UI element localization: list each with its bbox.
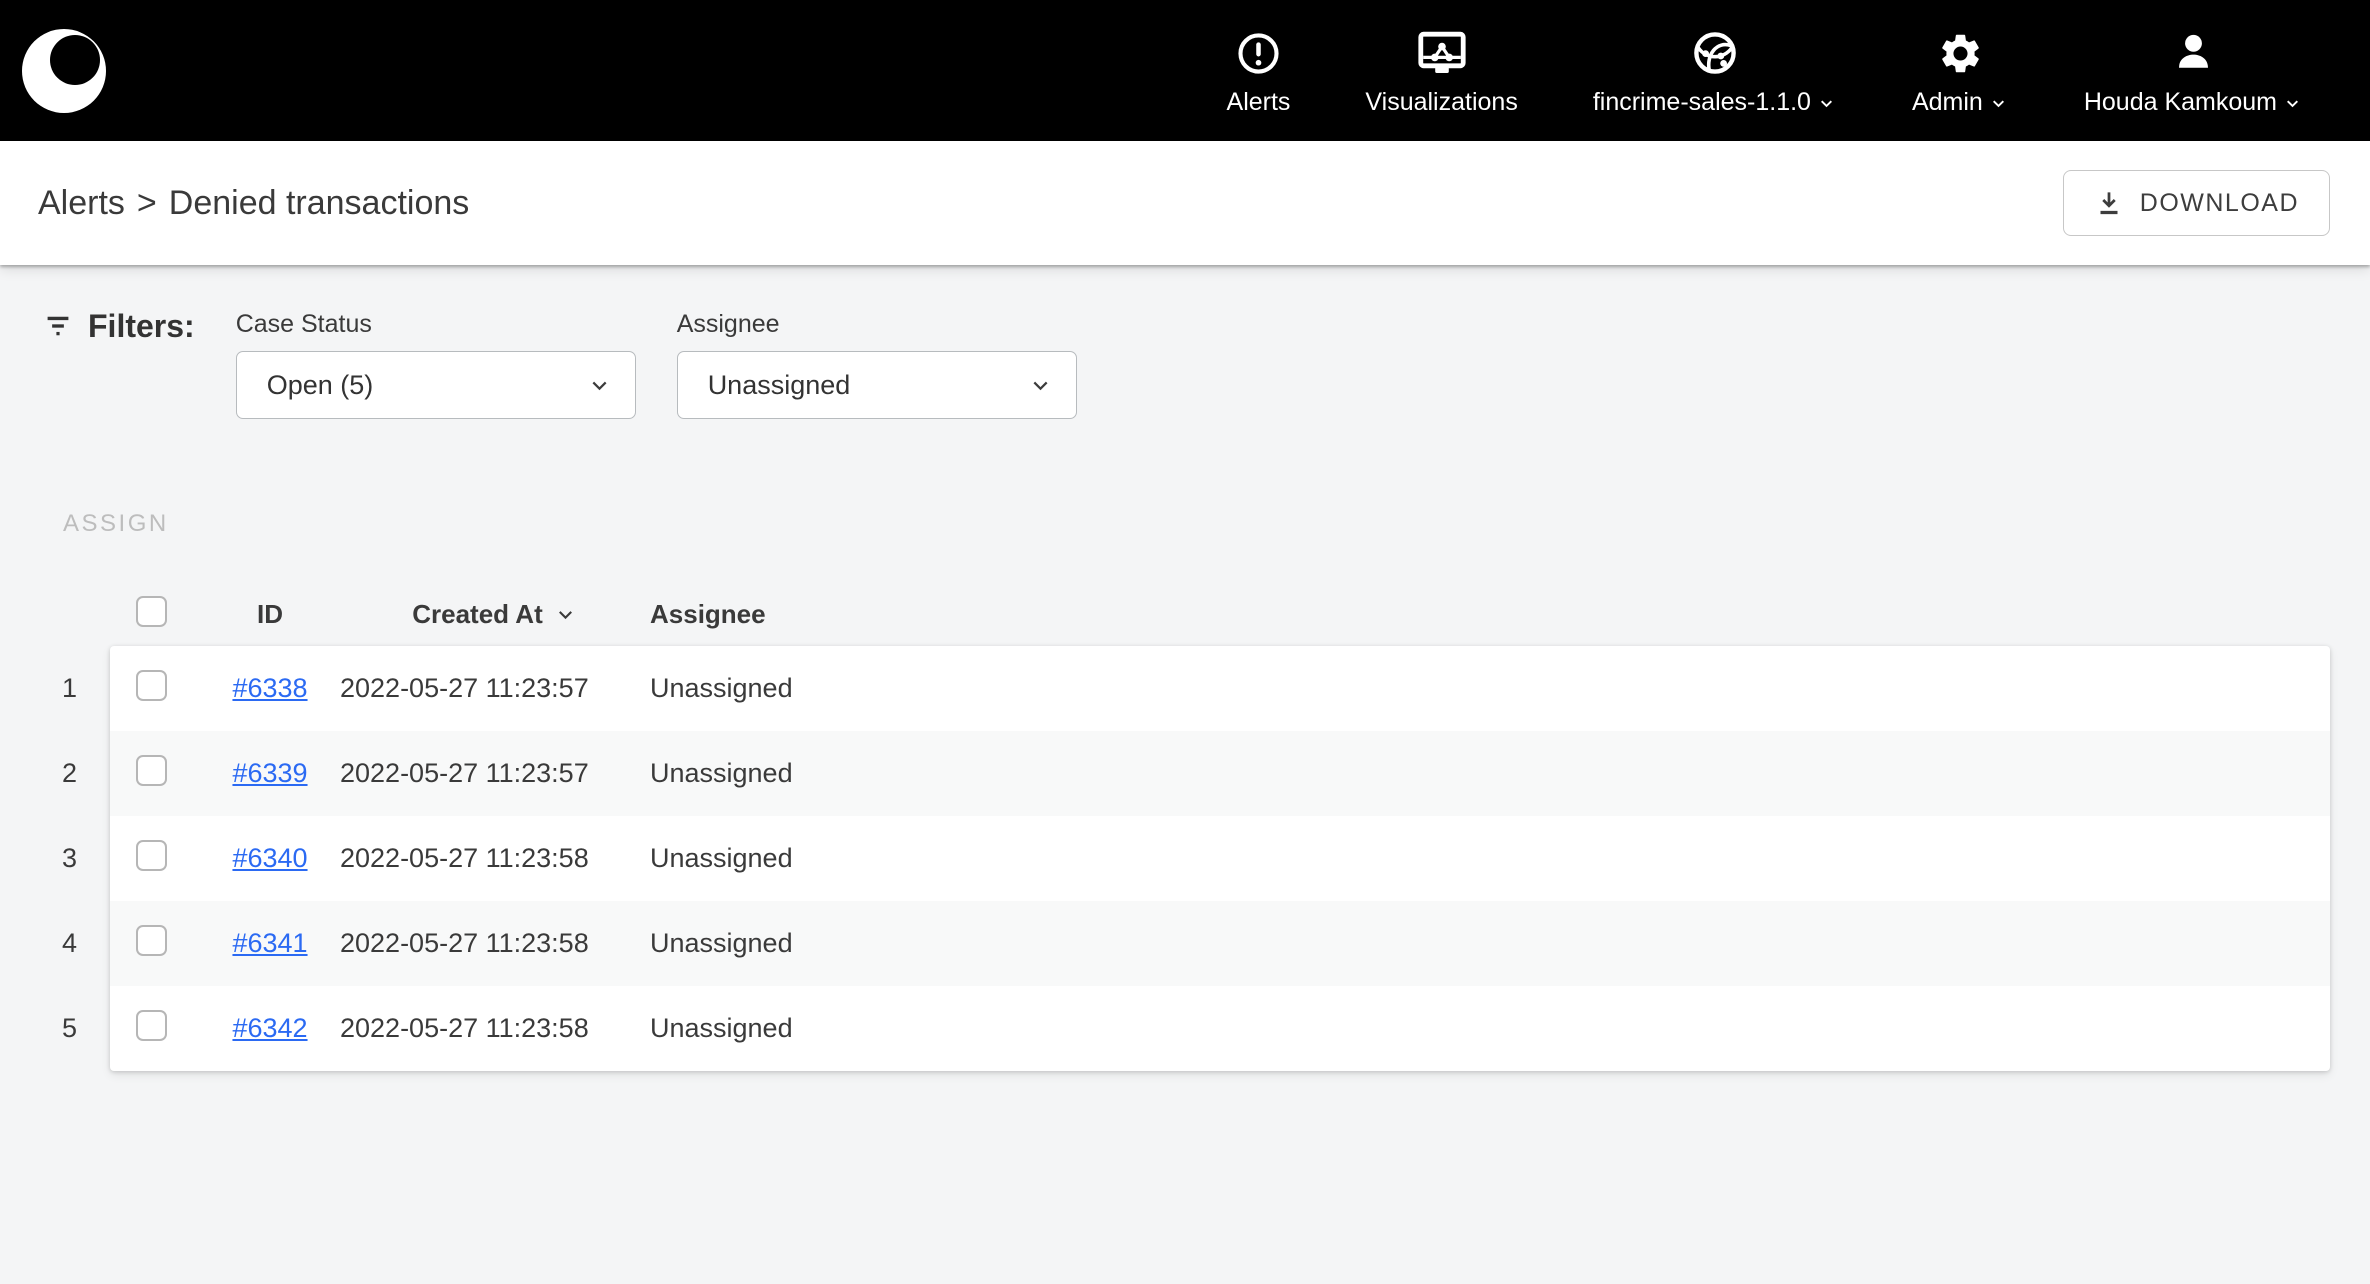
breadcrumb-separator: > [137,184,157,223]
chevron-down-icon [2282,93,2303,114]
nav-label-visualizations: Visualizations [1365,89,1517,115]
alert-id-cell: #6341 [200,928,340,959]
column-header-assignee: Assignee [650,599,2330,630]
download-icon [2094,188,2124,218]
chevron-down-icon [1027,372,1054,399]
column-header-created-at[interactable]: Created At [340,599,650,630]
nav-item-visualizations[interactable]: Visualizations [1365,27,1517,115]
alerts-table: ID Created At Assignee 12345 #6338 2022-… [0,583,2370,1071]
created-at-cell: 2022-05-27 11:23:57 [340,758,650,789]
alert-id-link[interactable]: #6339 [232,758,307,788]
nav-item-project[interactable]: fincrime-sales-1.1.0 [1593,27,1837,115]
row-checkbox[interactable] [136,840,167,871]
top-navbar: Alerts Visualizations [0,0,2370,141]
chevron-down-icon [1988,93,2009,114]
assign-button[interactable]: ASSIGN [63,510,169,538]
nav-label-user: Houda Kamkoum [2084,89,2303,115]
row-checkbox[interactable] [136,670,167,701]
main-content: Filters: Case Status Open (5) Assignee U… [0,265,2370,1071]
user-icon [2170,27,2217,77]
table-row: #6342 2022-05-27 11:23:58 Unassigned [110,986,2330,1071]
row-checkbox-cell [110,925,200,963]
brand-logo-crescent-cutout [50,35,100,85]
breadcrumb-current: Denied transactions [169,184,470,223]
breadcrumb: Alerts > Denied transactions [38,184,469,223]
assignee-filter-label: Assignee [677,310,1077,339]
select-all-checkbox[interactable] [136,596,167,627]
nav-item-alerts[interactable]: Alerts [1227,27,1291,115]
alert-id-cell: #6340 [200,843,340,874]
brand-logo[interactable] [22,29,106,113]
nav-items: Alerts Visualizations [1227,27,2370,115]
download-button[interactable]: DOWNLOAD [2063,170,2330,236]
assignee-cell: Unassigned [650,758,2330,789]
table-body: #6338 2022-05-27 11:23:57 Unassigned #63… [110,646,2330,1071]
monitor-graph-icon [1416,27,1468,77]
globe-network-icon [1691,27,1739,77]
case-status-label: Case Status [236,310,636,339]
nav-label-admin: Admin [1912,89,2009,115]
nav-item-admin[interactable]: Admin [1912,27,2009,115]
gear-icon [1937,27,1984,77]
assignee-select[interactable]: Unassigned [677,351,1077,419]
row-number: 3 [0,816,110,901]
filters-title: Filters: [42,308,195,344]
alert-circle-icon [1235,27,1282,77]
chevron-down-icon [1816,93,1837,114]
alert-id-cell: #6338 [200,673,340,704]
alert-id-link[interactable]: #6340 [232,843,307,873]
table-header-row: ID Created At Assignee [110,583,2330,646]
row-checkbox[interactable] [136,925,167,956]
row-number: 4 [0,901,110,986]
nav-label-alerts: Alerts [1227,89,1291,115]
table-row: #6341 2022-05-27 11:23:58 Unassigned [110,901,2330,986]
assignee-cell: Unassigned [650,928,2330,959]
row-number: 2 [0,731,110,816]
sort-chevron-down-icon [553,602,578,627]
table-body-wrap: 12345 #6338 2022-05-27 11:23:57 Unassign… [0,646,2330,1071]
row-checkbox-cell [110,1010,200,1048]
case-status-select[interactable]: Open (5) [236,351,636,419]
table-row: #6340 2022-05-27 11:23:58 Unassigned [110,816,2330,901]
case-status-value: Open (5) [267,370,586,401]
created-at-cell: 2022-05-27 11:23:58 [340,1013,650,1044]
row-checkbox-cell [110,755,200,793]
chevron-down-icon [586,372,613,399]
row-number: 5 [0,986,110,1071]
nav-item-user-menu[interactable]: Houda Kamkoum [2084,27,2303,115]
assignee-cell: Unassigned [650,1013,2330,1044]
breadcrumb-link-alerts[interactable]: Alerts [38,184,125,223]
header-checkbox-cell [110,596,200,634]
nav-label-project: fincrime-sales-1.1.0 [1593,89,1837,115]
assignee-filter-value: Unassigned [708,370,1027,401]
filters-label: Filters: [88,308,195,345]
row-checkbox[interactable] [136,755,167,786]
download-label: DOWNLOAD [2140,189,2299,218]
created-at-cell: 2022-05-27 11:23:58 [340,843,650,874]
alert-id-link[interactable]: #6338 [232,673,307,703]
created-at-cell: 2022-05-27 11:23:57 [340,673,650,704]
filter-field-assignee: Assignee Unassigned [677,310,1077,419]
assignee-cell: Unassigned [650,843,2330,874]
alert-id-cell: #6342 [200,1013,340,1044]
column-header-id: ID [200,599,340,630]
row-checkbox[interactable] [136,1010,167,1041]
row-checkbox-cell [110,840,200,878]
assignee-cell: Unassigned [650,673,2330,704]
row-checkbox-cell [110,670,200,708]
alert-id-cell: #6339 [200,758,340,789]
created-at-cell: 2022-05-27 11:23:58 [340,928,650,959]
table-row: #6338 2022-05-27 11:23:57 Unassigned [110,646,2330,731]
alert-id-link[interactable]: #6341 [232,928,307,958]
filter-field-case-status: Case Status Open (5) [236,310,636,419]
filters-section: Filters: Case Status Open (5) Assignee U… [0,310,2370,419]
filter-icon [42,310,74,342]
page-header-bar: Alerts > Denied transactions DOWNLOAD [0,141,2370,265]
alert-id-link[interactable]: #6342 [232,1013,307,1043]
table-row: #6339 2022-05-27 11:23:57 Unassigned [110,731,2330,816]
row-number-column: 12345 [0,646,110,1071]
row-number: 1 [0,646,110,731]
